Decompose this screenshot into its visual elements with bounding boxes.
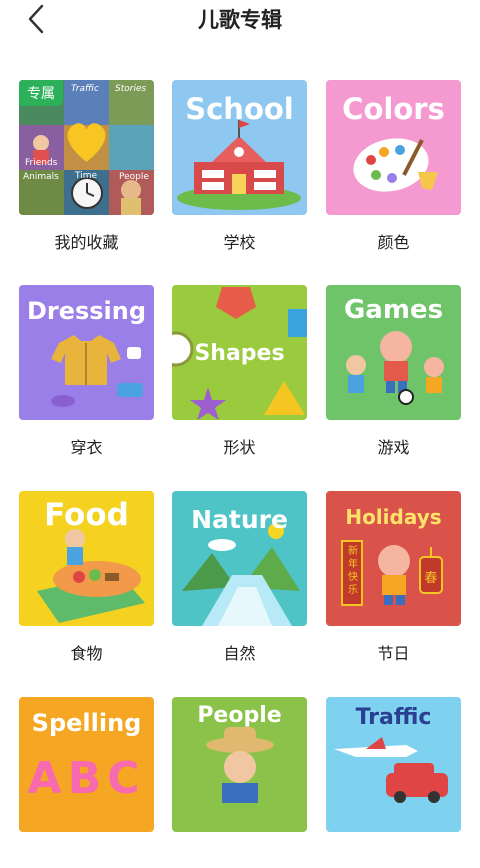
album-cover-school: School <box>172 80 307 215</box>
album-label: 食物 <box>70 644 103 663</box>
album-card-shapes[interactable]: Shapes 形状 <box>172 285 307 457</box>
sign-new-year-text: 新年快乐 <box>348 546 358 596</box>
mini-label-stories: Stories <box>115 84 147 94</box>
album-cover-traffic: Traffic <box>326 697 461 832</box>
album-grid: 专属 Traffic Stories Friends Animals Time … <box>0 0 480 832</box>
mini-label-time: Time <box>75 171 98 181</box>
album-label: 节日 <box>377 644 410 663</box>
spelling-letters: ABC <box>27 753 146 804</box>
album-card-school[interactable]: School 学校 <box>172 80 307 252</box>
album-cover-food: Food <box>19 491 154 626</box>
album-title-word: Spelling <box>31 709 142 737</box>
album-label: 穿衣 <box>70 438 103 457</box>
album-label: 学校 <box>223 233 256 252</box>
album-card-holidays[interactable]: Holidays 新年快乐 春 节日 <box>326 491 461 663</box>
album-title-word: Food <box>44 497 129 533</box>
exclusive-badge: 专属 <box>19 80 63 106</box>
album-card-favorites[interactable]: 专属 Traffic Stories Friends Animals Time … <box>19 80 154 252</box>
album-label: 我的收藏 <box>54 233 119 252</box>
album-title-word: Shapes <box>194 341 285 366</box>
album-label <box>172 846 307 868</box>
album-card-dressing[interactable]: Dressing 穿衣 <box>19 285 154 457</box>
mini-label-people: People <box>119 172 149 182</box>
album-title-word: Games <box>343 295 444 325</box>
album-card-people[interactable]: People <box>172 697 307 868</box>
album-card-spelling[interactable]: Spelling ABC <box>19 697 154 868</box>
album-label: 自然 <box>223 644 256 663</box>
album-label: 形状 <box>223 438 256 457</box>
album-cover-nature: Nature <box>172 491 307 626</box>
album-cover-shapes: Shapes <box>172 285 307 420</box>
album-card-colors[interactable]: Colors 颜色 <box>326 80 461 252</box>
album-title-word: Nature <box>191 505 288 534</box>
mini-label-animals: Animals <box>23 172 59 182</box>
album-title-word: Dressing <box>26 297 147 325</box>
album-cover-dressing: Dressing <box>19 285 154 420</box>
album-label <box>19 846 154 868</box>
album-label: 颜色 <box>377 233 410 252</box>
album-label: 游戏 <box>377 438 410 457</box>
album-card-food[interactable]: Food 食物 <box>19 491 154 663</box>
album-title-word: Traffic <box>355 705 432 730</box>
album-cover-people: People <box>172 697 307 832</box>
album-cover-colors: Colors <box>326 80 461 215</box>
album-cover-holidays: Holidays 新年快乐 春 <box>326 491 461 626</box>
album-title-word: People <box>197 703 282 728</box>
album-title-word: Holidays <box>345 505 442 529</box>
mini-label-friends: Friends <box>25 158 58 168</box>
mini-label-traffic: Traffic <box>71 84 99 94</box>
album-cover-games: Games <box>326 285 461 420</box>
album-title-word: School <box>185 92 294 126</box>
album-cover-spelling: Spelling ABC <box>19 697 154 832</box>
album-cover-favorites: 专属 Traffic Stories Friends Animals Time … <box>19 80 154 215</box>
album-card-traffic[interactable]: Traffic <box>326 697 461 868</box>
album-title-word: Colors <box>342 92 445 126</box>
album-card-games[interactable]: Games 游戏 <box>326 285 461 457</box>
sign-spring-text: 春 <box>424 571 438 586</box>
album-card-nature[interactable]: Nature 自然 <box>172 491 307 663</box>
album-label <box>326 846 461 868</box>
